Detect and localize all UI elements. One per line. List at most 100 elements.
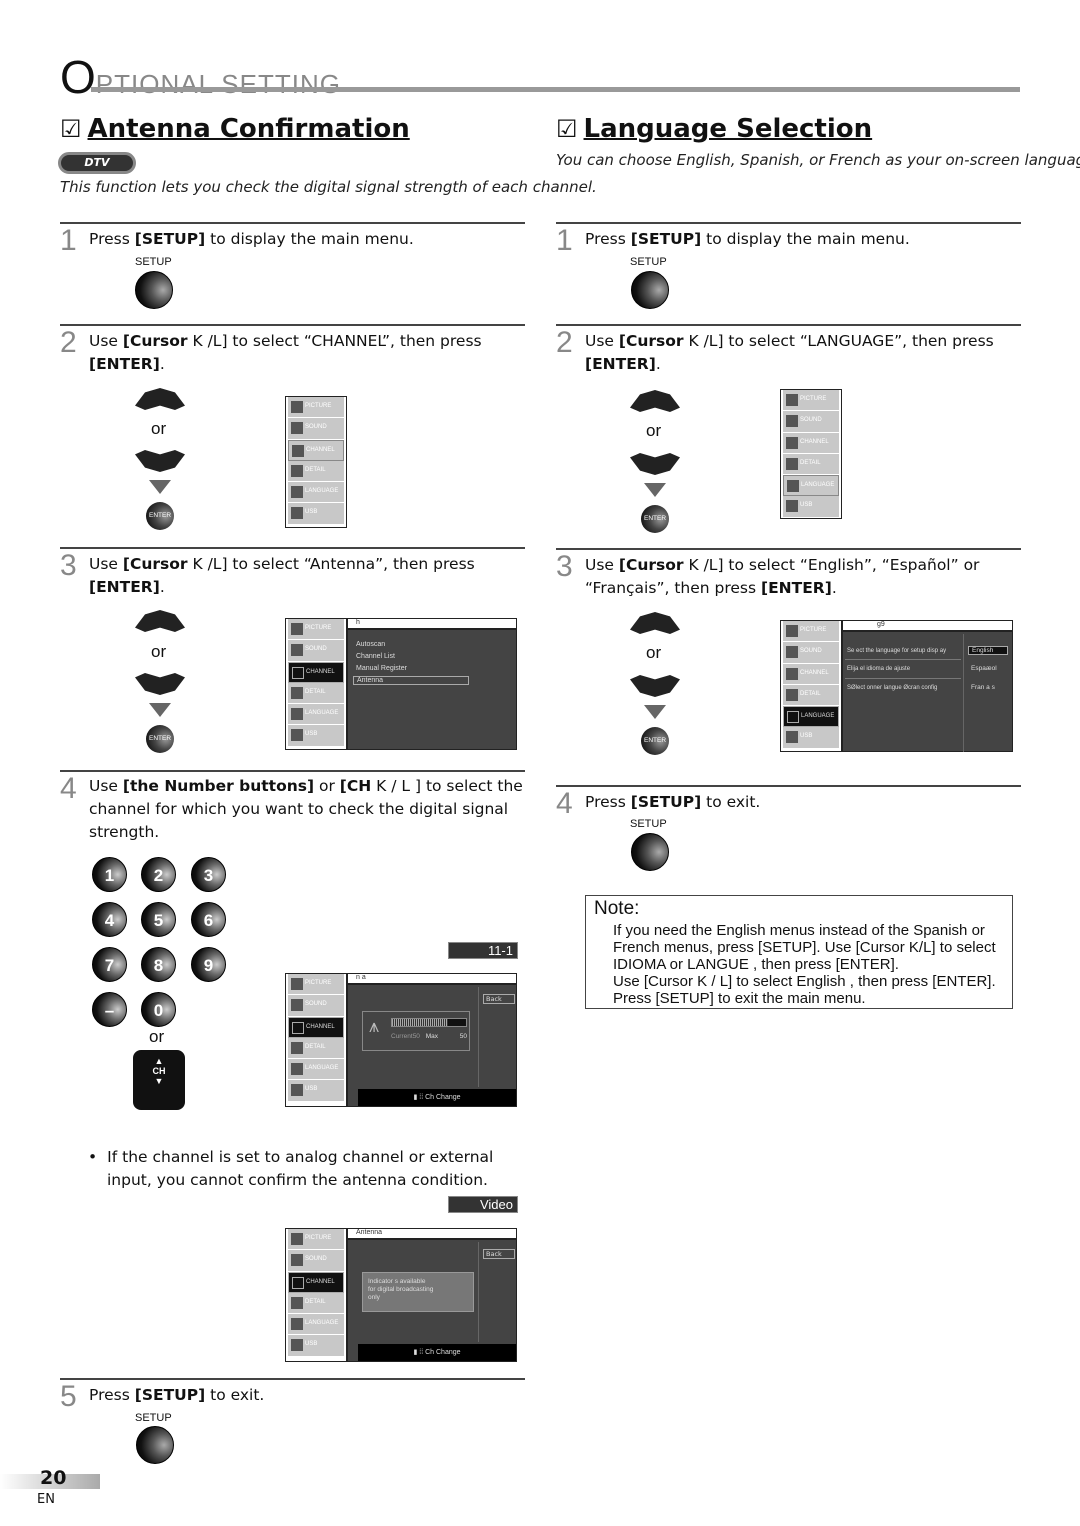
tv-menu-item-detail: DETAIL — [288, 682, 344, 705]
tv-menu-item-detail: DETAIL — [783, 684, 839, 707]
enter-button-icon: ENTER — [146, 502, 174, 530]
setup-button-label: SETUP — [630, 256, 667, 268]
dash-button-icon: – — [92, 992, 127, 1027]
channel-number-badge: 11-1 — [448, 942, 518, 959]
or-label: or — [151, 419, 167, 438]
language-icon — [291, 1063, 303, 1076]
or-label: or — [151, 642, 167, 661]
tv-menu-item-detail: DETAIL — [783, 453, 839, 476]
cursor-down-button-icon — [135, 673, 185, 695]
lang-step-2-text: Use [Cursor K /L] to select “LANGUAGE”, … — [585, 332, 994, 373]
sound-icon — [291, 1254, 303, 1267]
cursor-up-button-icon — [630, 390, 680, 412]
language-icon — [291, 1318, 303, 1331]
tv-main-menu: PICTURE SOUND CHANNEL DETAIL LANGUAGE US… — [285, 618, 347, 750]
language-icon — [291, 486, 303, 499]
number-button-0-icon: 0 — [141, 992, 176, 1027]
panel-footer: ▮ ⁞⁞ Ch Change — [358, 1344, 516, 1361]
tv-menu-item-language: LANGUAGE — [288, 1059, 344, 1081]
step-number: 4 — [556, 787, 573, 820]
tv-menu-item-language: LANGUAGE — [783, 475, 839, 497]
cursor-up-button-icon — [135, 388, 185, 410]
tv-menu-item-picture: PICTURE — [288, 397, 344, 419]
step-5-text: Press [SETUP] to exit. — [89, 1386, 265, 1404]
tv-menu-item-usb: USB — [288, 1080, 344, 1102]
usb-icon — [291, 1339, 303, 1352]
usb-icon — [786, 731, 798, 744]
signal-strength-fill — [392, 1019, 448, 1026]
submenu-option: Autoscan — [356, 641, 386, 648]
remote-icon: ▮ ⁞⁞ — [413, 1349, 426, 1356]
step-number: 4 — [60, 772, 77, 805]
tv-menu-item-language: LANGUAGE — [288, 1314, 344, 1336]
number-button-4-icon: 4 — [92, 902, 127, 937]
detail-icon — [786, 457, 798, 470]
language-icon — [787, 480, 799, 493]
tv-menu-item-usb: USB — [288, 503, 344, 525]
input-badge: Video — [448, 1196, 518, 1213]
tv-main-menu: PICTURE SOUND CHANNEL DETAIL LANGUAGE US… — [285, 1228, 347, 1362]
tv-menu-item-sound: SOUND — [288, 418, 344, 440]
tv-menu-item-detail: DETAIL — [288, 1037, 344, 1060]
page-language: EN — [37, 1492, 55, 1507]
sound-icon — [786, 646, 798, 659]
antenna-tower-icon: ⩚ — [369, 1016, 380, 1037]
step-number: 3 — [60, 549, 77, 582]
step-divider — [556, 548, 1021, 550]
number-button-3-icon: 3 — [191, 857, 226, 892]
language-submenu: g9 Se ect the language for setup disp ay… — [842, 620, 1013, 752]
picture-icon — [786, 394, 798, 406]
step-number: 1 — [60, 224, 77, 257]
usb-icon — [291, 1084, 303, 1097]
detail-icon — [291, 1041, 303, 1054]
panel-footer: ▮ ⁞⁞ Ch Change — [358, 1089, 516, 1106]
tv-menu-item-detail: DETAIL — [288, 460, 344, 483]
tv-menu-item-channel: CHANNEL — [288, 661, 344, 683]
note-box: Note: If you need the English menus inst… — [585, 895, 1013, 1009]
step-divider — [556, 785, 1021, 787]
tv-menu-item-sound: SOUND — [288, 995, 344, 1017]
number-button-1-icon: 1 — [92, 857, 127, 892]
tv-menu-item-channel: CHANNEL — [288, 1016, 344, 1038]
or-label: or — [646, 421, 662, 440]
step-number: 2 — [556, 326, 573, 359]
tv-main-menu: PICTURE SOUND CHANNEL DETAIL LANGUAGE US… — [780, 620, 842, 752]
step-number: 1 — [556, 224, 573, 257]
picture-icon — [291, 401, 303, 413]
tv-menu-item-usb: USB — [783, 496, 839, 518]
note-body: If you need the English menus instead of… — [613, 922, 996, 1007]
step-divider — [60, 770, 525, 772]
cursor-down-button-icon — [630, 675, 680, 697]
step-2-text: Use [Cursor K /L] to select “CHANNEL”, t… — [89, 332, 482, 373]
ch-up-arrow-icon: ▲ — [154, 1056, 164, 1066]
remote-icon: ▮ ⁞⁞ — [413, 1094, 426, 1101]
detail-icon — [291, 686, 303, 699]
step-number: 3 — [556, 550, 573, 583]
picture-icon — [786, 625, 798, 637]
signal-readout: Current50 Max 50 — [391, 1033, 467, 1040]
ch-rocker-icon: ▲ CH ▼ — [133, 1050, 185, 1110]
setup-button-icon — [631, 833, 669, 871]
antenna-title-text: Antenna Confirmation — [87, 114, 410, 144]
down-arrow-icon — [644, 483, 666, 497]
lang-option: Fran a s — [971, 684, 995, 691]
page-title: OPTIONAL SETTING — [60, 54, 341, 100]
enter-button-icon: ENTER — [146, 725, 174, 753]
step-number: 2 — [60, 326, 77, 359]
tv-menu-item-picture: PICTURE — [288, 619, 344, 641]
tv-menu-item-channel: CHANNEL — [783, 432, 839, 454]
down-arrow-icon — [149, 703, 171, 717]
step-divider — [60, 1378, 525, 1380]
panel-header: n a — [348, 974, 516, 985]
lang-step-1-text: Press [SETUP] to display the main menu. — [585, 230, 910, 248]
cursor-down-button-icon — [630, 453, 680, 475]
channel-icon — [292, 1021, 304, 1034]
step-3-text: Use [Cursor K /L] to select “Antenna”, t… — [89, 555, 475, 596]
number-button-8-icon: 8 — [141, 947, 176, 982]
ch-down-arrow-icon: ▼ — [154, 1076, 164, 1086]
page-number: 20 — [40, 1467, 67, 1489]
down-arrow-icon — [149, 480, 171, 494]
detail-icon — [291, 464, 303, 477]
lang-prompt: SØlect onner langue Øcran config — [847, 685, 938, 691]
or-label: or — [646, 643, 662, 662]
